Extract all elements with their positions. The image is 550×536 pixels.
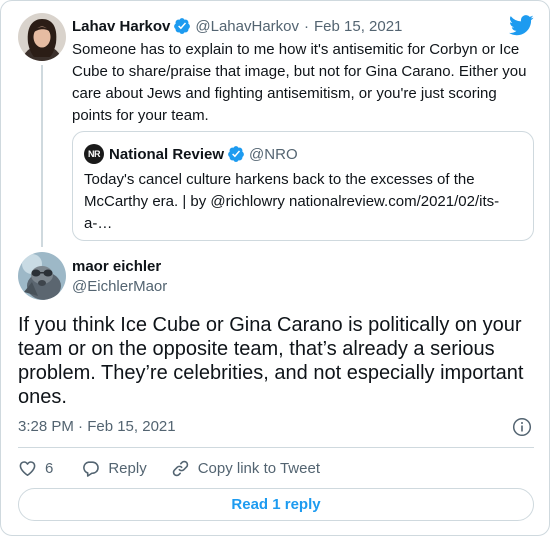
info-icon[interactable]: [512, 417, 532, 437]
quoted-author-handle: @NRO: [249, 145, 298, 163]
reply-button[interactable]: Reply: [81, 459, 147, 478]
parent-author-handle[interactable]: @LahavHarkov: [195, 18, 299, 35]
twitter-bird-icon[interactable]: [509, 15, 534, 36]
parent-tweet-date[interactable]: Feb 15, 2021: [314, 18, 402, 35]
quoted-author-name: National Review: [109, 145, 225, 163]
quoted-tweet-header: NR National Review @NRO: [84, 144, 298, 164]
actions-divider: [18, 447, 534, 448]
parent-author-name[interactable]: Lahav Harkov: [72, 18, 170, 35]
separator-dot: ·: [304, 17, 309, 35]
parent-tweet-text: Someone has to explain to me how it's an…: [72, 41, 527, 124]
verified-badge-icon: [227, 145, 245, 163]
quoted-author-avatar: NR: [84, 144, 104, 164]
link-icon: [172, 460, 188, 476]
read-replies-button[interactable]: Read 1 reply: [18, 488, 534, 521]
like-count: 6: [45, 459, 54, 477]
tweet-text: If you think Ice Cube or Gina Carano is …: [18, 314, 524, 408]
parent-author-avatar[interactable]: [18, 13, 66, 61]
thread-connector-line: [41, 65, 43, 247]
quoted-tweet[interactable]: NR National Review @NRO Today's cancel c…: [72, 131, 534, 241]
speech-bubble-icon: [83, 460, 100, 477]
quoted-tweet-text: Today's cancel culture harkens back to t…: [84, 171, 500, 232]
verified-badge-icon: [173, 17, 191, 35]
reply-label: Reply: [108, 459, 147, 477]
copy-link-button[interactable]: Copy link to Tweet: [171, 459, 320, 478]
tweet-timestamp[interactable]: 3:28 PM · Feb 15, 2021: [18, 418, 176, 435]
author-name[interactable]: maor eichler: [72, 258, 161, 275]
author-avatar[interactable]: [18, 252, 66, 300]
parent-tweet-header: Lahav Harkov @LahavHarkov · Feb 15, 2021: [72, 16, 402, 36]
tweet-actions: 6 Reply Copy link to Tweet: [18, 457, 320, 479]
author-handle[interactable]: @EichlerMaor: [72, 278, 167, 295]
like-button[interactable]: 6: [18, 459, 53, 478]
embedded-tweet-card: Lahav Harkov @LahavHarkov · Feb 15, 2021…: [0, 0, 550, 536]
copy-link-label: Copy link to Tweet: [197, 459, 320, 477]
heart-icon: [19, 460, 36, 476]
